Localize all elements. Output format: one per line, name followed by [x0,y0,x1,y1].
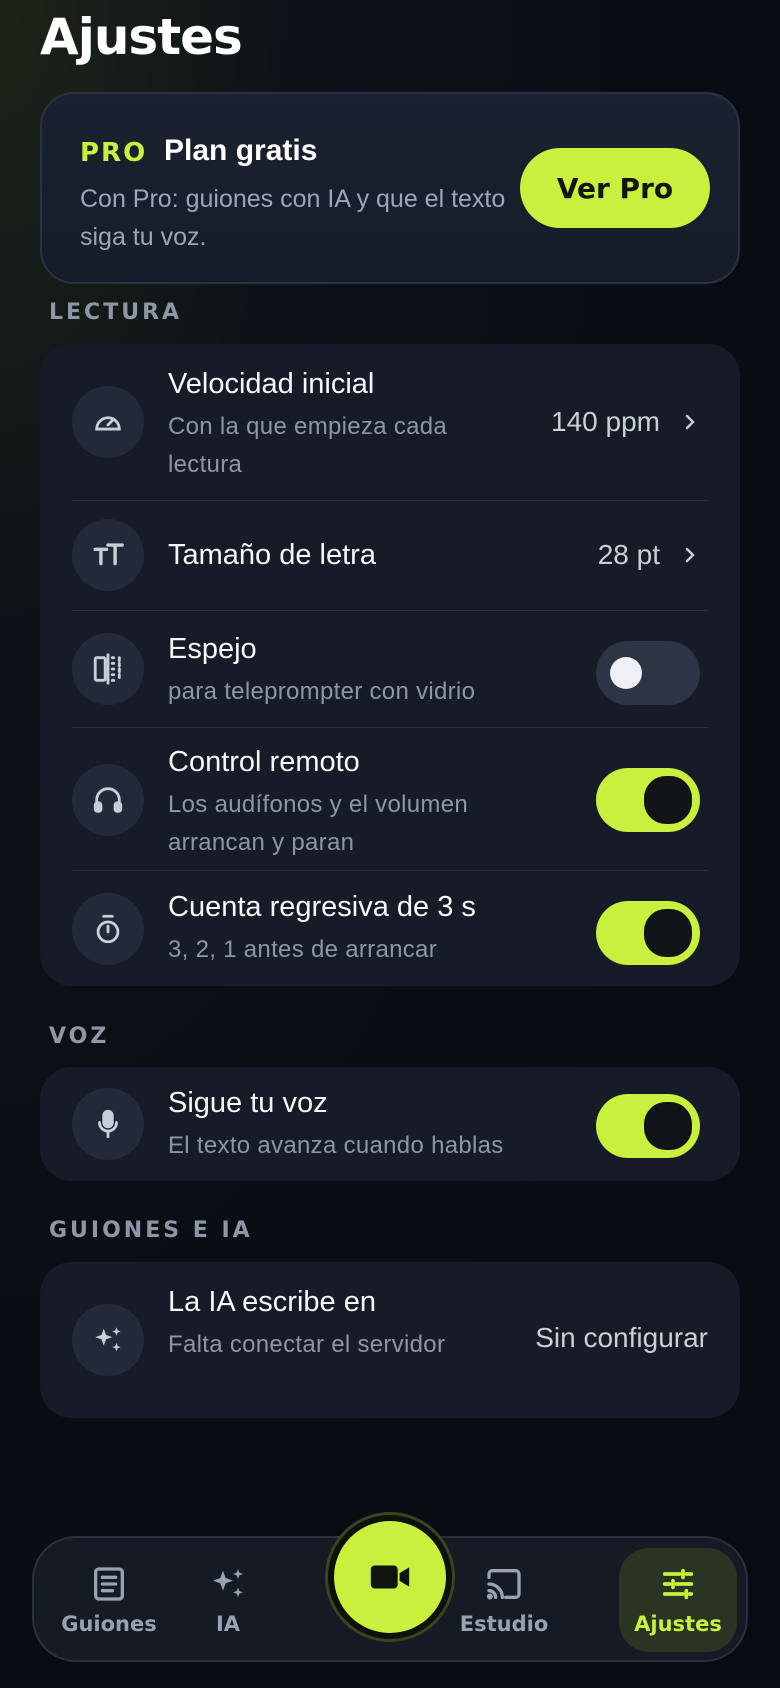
timer-icon [72,893,144,965]
video-camera-icon [370,1565,410,1589]
nav-label: IA [215,1612,241,1636]
microphone-icon [72,1088,144,1160]
follow-voice-toggle[interactable] [596,1094,700,1158]
countdown-toggle[interactable] [596,901,700,965]
sparkles-icon [72,1304,144,1376]
setting-title: Velocidad inicial [168,368,375,400]
setting-follow-voice[interactable]: Sigue tu voz El texto avanza cuando habl… [40,1067,740,1181]
chevron-right-icon [680,545,700,565]
setting-subtitle: 3, 2, 1 antes de arrancar [168,936,437,963]
nav-item-ia[interactable]: IA [178,1548,278,1652]
setting-subtitle: Con la que empieza cada lectura [168,413,448,478]
document-icon [94,1567,124,1601]
remote-control-toggle[interactable] [596,768,700,832]
setting-font-size[interactable]: Tamaño de letra 28 pt [40,501,740,610]
setting-title: La IA escribe en [168,1286,376,1318]
setting-subtitle: para teleprompter con vidrio [168,678,476,705]
setting-remote-control[interactable]: Control remoto Los audífonos y el volume… [40,728,740,870]
setting-subtitle: Los audífonos y el volumen arrancan y pa… [168,791,468,856]
setting-value: 28 pt [597,539,660,570]
pro-plan-card: PRO Plan gratis Con Pro: guiones con IA … [40,92,740,284]
setting-title: Control remoto [168,746,360,778]
pro-description: Con Pro: guiones con IA y que el texto s… [80,185,506,251]
setting-ai-writes[interactable]: La IA escribe en Falta conectar el servi… [40,1262,740,1418]
guiones-card: La IA escribe en Falta conectar el servi… [40,1262,740,1418]
section-label-voz: VOZ [49,1024,110,1049]
setting-mirror[interactable]: Espejo para teleprompter con vidrio [40,611,740,727]
text-size-icon [72,519,144,591]
setting-title: Espejo [168,633,257,665]
setting-countdown[interactable]: Cuenta regresiva de 3 s 3, 2, 1 antes de… [40,871,740,986]
record-button-inner [334,1521,446,1633]
toggle-knob [610,657,642,689]
toggle-knob [644,776,692,824]
voz-card: Sigue tu voz El texto avanza cuando habl… [40,1067,740,1181]
headphones-icon [72,764,144,836]
toggle-knob [644,909,692,957]
nav-item-ajustes[interactable]: Ajustes [619,1548,737,1652]
setting-value: 140 ppm [551,406,660,437]
section-label-lectura: LECTURA [49,300,183,325]
setting-subtitle: El texto avanza cuando hablas [168,1132,504,1159]
setting-title: Cuenta regresiva de 3 s [168,891,476,923]
nav-label: Ajustes [634,1612,722,1636]
nav-label: Guiones [61,1612,157,1636]
lectura-card: Velocidad inicial Con la que empieza cad… [40,344,740,986]
nav-label: Estudio [459,1612,549,1636]
cast-icon [486,1569,521,1600]
setting-value: Sin configurar [535,1322,708,1353]
sparkles-icon [213,1569,243,1598]
section-label-guiones: GUIONES E IA [49,1218,253,1243]
pro-badge: PRO [80,138,148,168]
sliders-icon [662,1568,694,1600]
setting-title: Sigue tu voz [168,1087,328,1119]
view-pro-button[interactable]: Ver Pro [520,148,710,228]
page-title: Ajustes [40,8,243,66]
record-button[interactable] [325,1512,455,1642]
nav-item-estudio[interactable]: Estudio [444,1548,564,1652]
chevron-right-icon [680,412,700,432]
gauge-icon [72,386,144,458]
mirror-icon [72,633,144,705]
setting-subtitle: Falta conectar el servidor [168,1331,446,1358]
mirror-toggle[interactable] [596,641,700,705]
plan-title: Plan gratis [164,134,318,167]
nav-item-guiones[interactable]: Guiones [44,1548,174,1652]
toggle-knob [644,1102,692,1150]
setting-title: Tamaño de letra [168,539,376,571]
setting-initial-speed[interactable]: Velocidad inicial Con la que empieza cad… [40,344,740,500]
